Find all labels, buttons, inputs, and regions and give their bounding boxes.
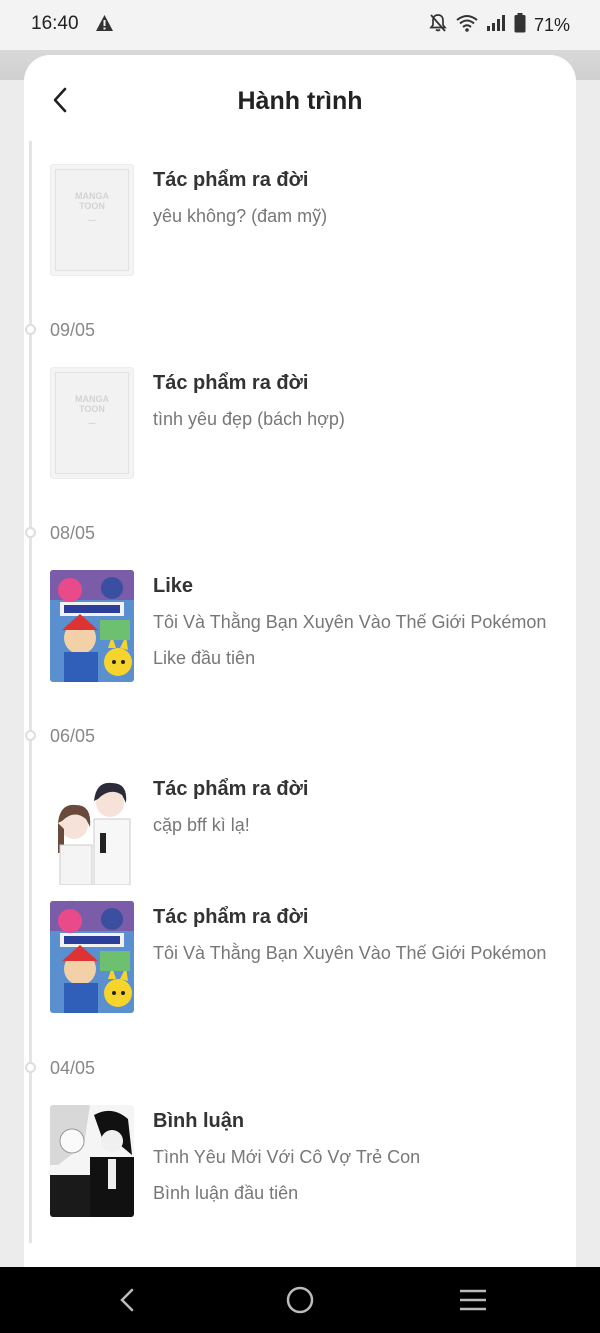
date-label: 04/05	[50, 1058, 96, 1078]
battery-icon	[514, 13, 526, 38]
timeline-item[interactable]: Bình luận Tình Yêu Mới Với Cô Vợ Trẻ Con…	[50, 1105, 570, 1217]
item-work: Tôi Và Thằng Bạn Xuyên Vào Thế Giới Poké…	[153, 612, 547, 632]
timeline-item[interactable]: Like Tôi Và Thằng Bạn Xuyên Vào Thế Giới…	[50, 570, 570, 682]
item-work: Tôi Và Thằng Bạn Xuyên Vào Thế Giới Poké…	[153, 943, 547, 963]
item-type: Tác phẩm ra đời	[153, 778, 309, 800]
system-nav-bar	[0, 1267, 600, 1333]
date-label: 09/05	[50, 320, 96, 340]
journey-sheet: Hành trình MANGA TOON ‿ Tác phẩm ra đời yê…	[24, 55, 576, 1267]
date-label: 06/05	[50, 726, 96, 746]
mangatoon-logo: MANGA TOON ‿	[75, 191, 109, 221]
couple-cover	[50, 773, 134, 885]
item-note: Like đầu tiên	[153, 648, 256, 668]
placeholder-cover: MANGA TOON ‿	[50, 164, 134, 276]
mangatoon-logo: MANGA TOON ‿	[75, 394, 109, 424]
wifi-icon	[456, 14, 478, 37]
nav-home-button[interactable]	[285, 1285, 315, 1315]
item-work: tình yêu đẹp (bách hợp)	[153, 409, 345, 429]
date-label: 08/05	[50, 523, 96, 543]
item-type: Bình luận	[153, 1110, 245, 1132]
item-type: Tác phẩm ra đời	[153, 906, 309, 928]
item-work: Tình Yêu Mới Với Cô Vợ Trẻ Con	[153, 1147, 421, 1167]
bell-muted-icon	[428, 13, 448, 38]
nav-back-button[interactable]	[112, 1285, 142, 1315]
item-work: yêu không? (đam mỹ)	[153, 206, 328, 226]
timeline-item[interactable]: Tác phẩm ra đời Tôi Và Thằng Bạn Xuyên V…	[50, 901, 570, 1013]
placeholder-cover: MANGA TOON ‿	[50, 367, 134, 479]
home-icon	[286, 1286, 314, 1314]
page-title: Hành trình	[237, 87, 363, 115]
battery-percent: 71%	[533, 15, 570, 35]
status-bar: 16:40 71%	[0, 0, 600, 50]
pokemon-cover	[50, 901, 134, 1013]
header: Hành trình	[24, 55, 576, 139]
timeline-dot	[25, 324, 36, 335]
pokemon-cover	[50, 570, 134, 682]
item-type: Tác phẩm ra đời	[153, 372, 309, 394]
menu-icon	[460, 1289, 486, 1311]
timeline-line	[29, 141, 32, 1243]
timeline-item[interactable]: Tác phẩm ra đời cặp bff kì lạ!	[50, 773, 570, 885]
bw-manga-cover	[50, 1105, 134, 1217]
timeline-item[interactable]: MANGA TOON ‿ Tác phẩm ra đời tình yêu đẹp …	[50, 367, 570, 479]
warning-icon	[95, 14, 114, 37]
item-type: Like	[153, 575, 194, 597]
item-note: Bình luận đầu tiên	[153, 1183, 299, 1203]
item-type: Tác phẩm ra đời	[153, 169, 309, 191]
signal-icon	[486, 14, 506, 37]
timeline-dot	[25, 527, 36, 538]
back-icon	[120, 1288, 134, 1312]
timeline-dot	[25, 1062, 36, 1073]
status-time: 16:40	[31, 13, 79, 34]
timeline-item[interactable]: MANGA TOON ‿ Tác phẩm ra đời yêu không? (đ…	[50, 164, 570, 276]
timeline-dot	[25, 730, 36, 741]
item-work: cặp bff kì lạ!	[153, 815, 250, 835]
nav-menu-button[interactable]	[458, 1285, 488, 1315]
